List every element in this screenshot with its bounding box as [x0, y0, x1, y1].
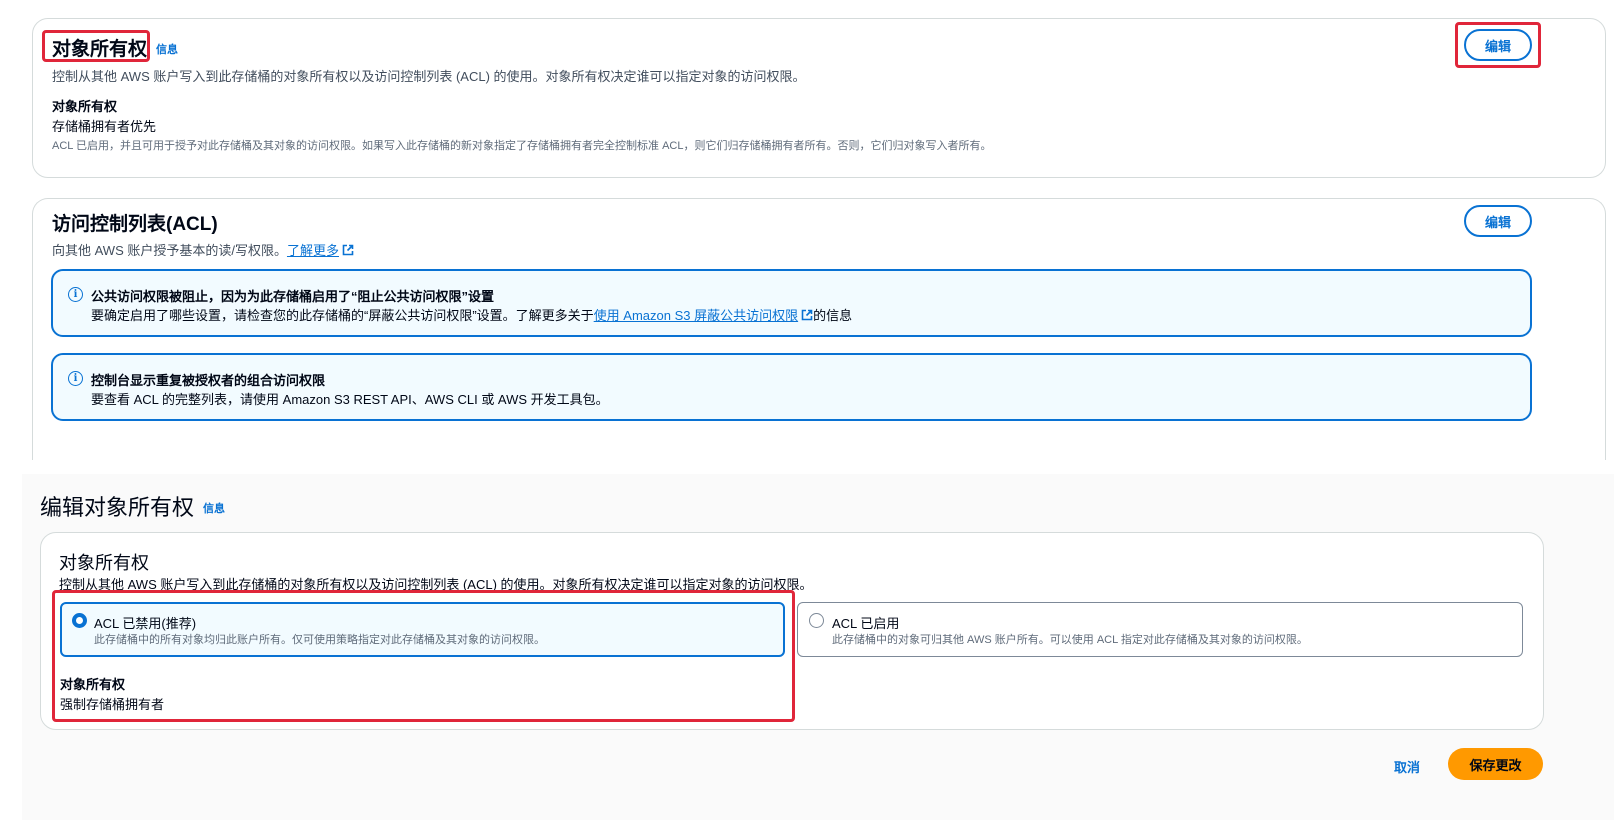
- acl-edit-button[interactable]: 编辑: [1464, 205, 1532, 237]
- edit-section-title: 对象所有权: [59, 553, 149, 573]
- cancel-button[interactable]: 取消: [1394, 757, 1420, 776]
- selection-highlight-box: [52, 590, 795, 722]
- edit-page-title: 编辑对象所有权: [40, 495, 195, 520]
- acl-description-text: 向其他 AWS 账户授予基本的读/写权限。: [52, 243, 287, 258]
- object-ownership-info-link[interactable]: 信息: [156, 41, 178, 57]
- option-acl-enabled-label: ACL 已启用: [832, 616, 900, 631]
- public-access-alert-text-suffix: 的信息: [813, 308, 853, 323]
- option-acl-enabled[interactable]: [797, 602, 1523, 657]
- public-access-alert-text: 要确定启用了哪些设置，请检查您的此存储桶的“屏蔽公共访问权限”设置。了解更多关于…: [91, 305, 852, 324]
- info-icon: i: [68, 287, 83, 302]
- public-access-alert-text-prefix: 要确定启用了哪些设置，请检查您的此存储桶的“屏蔽公共访问权限”设置。了解更多关于: [91, 308, 594, 323]
- acl-description: 向其他 AWS 账户授予基本的读/写权限。了解更多: [52, 240, 354, 259]
- title-highlight-box: [42, 30, 150, 62]
- object-ownership-panel: [32, 18, 1606, 178]
- external-link-icon: [342, 244, 354, 256]
- edit-button-highlight-box: [1455, 22, 1541, 68]
- public-access-alert-title: 公共访问权限被阻止，因为为此存储桶启用了“阻止公共访问权限”设置: [91, 289, 495, 304]
- external-link-icon: [801, 309, 813, 321]
- object-ownership-field-value: 存储桶拥有者优先: [52, 119, 157, 134]
- combined-access-alert-title: 控制台显示重复被授权者的组合访问权限: [91, 373, 326, 388]
- combined-access-alert-text: 要查看 ACL 的完整列表，请使用 Amazon S3 REST API、AWS…: [91, 392, 609, 407]
- radio-acl-enabled[interactable]: [809, 613, 824, 628]
- object-ownership-description: 控制从其他 AWS 账户写入到此存储桶的对象所有权以及访问控制列表 (ACL) …: [52, 69, 806, 84]
- info-icon: i: [68, 371, 83, 386]
- object-ownership-note: ACL 已启用，并且可用于授予对此存储桶及其对象的访问权限。如果写入此存储桶的新…: [52, 140, 992, 152]
- edit-page-info-link[interactable]: 信息: [203, 500, 225, 516]
- option-acl-enabled-description: 此存储桶中的对象可归其他 AWS 账户所有。可以使用 ACL 指定对此存储桶及其…: [832, 634, 1308, 646]
- object-ownership-field-label: 对象所有权: [52, 99, 118, 114]
- acl-title: 访问控制列表(ACL): [52, 214, 218, 235]
- save-changes-button[interactable]: 保存更改: [1448, 748, 1543, 780]
- block-public-access-link[interactable]: 使用 Amazon S3 屏蔽公共访问权限: [594, 308, 798, 323]
- acl-learn-more-link[interactable]: 了解更多: [287, 243, 339, 258]
